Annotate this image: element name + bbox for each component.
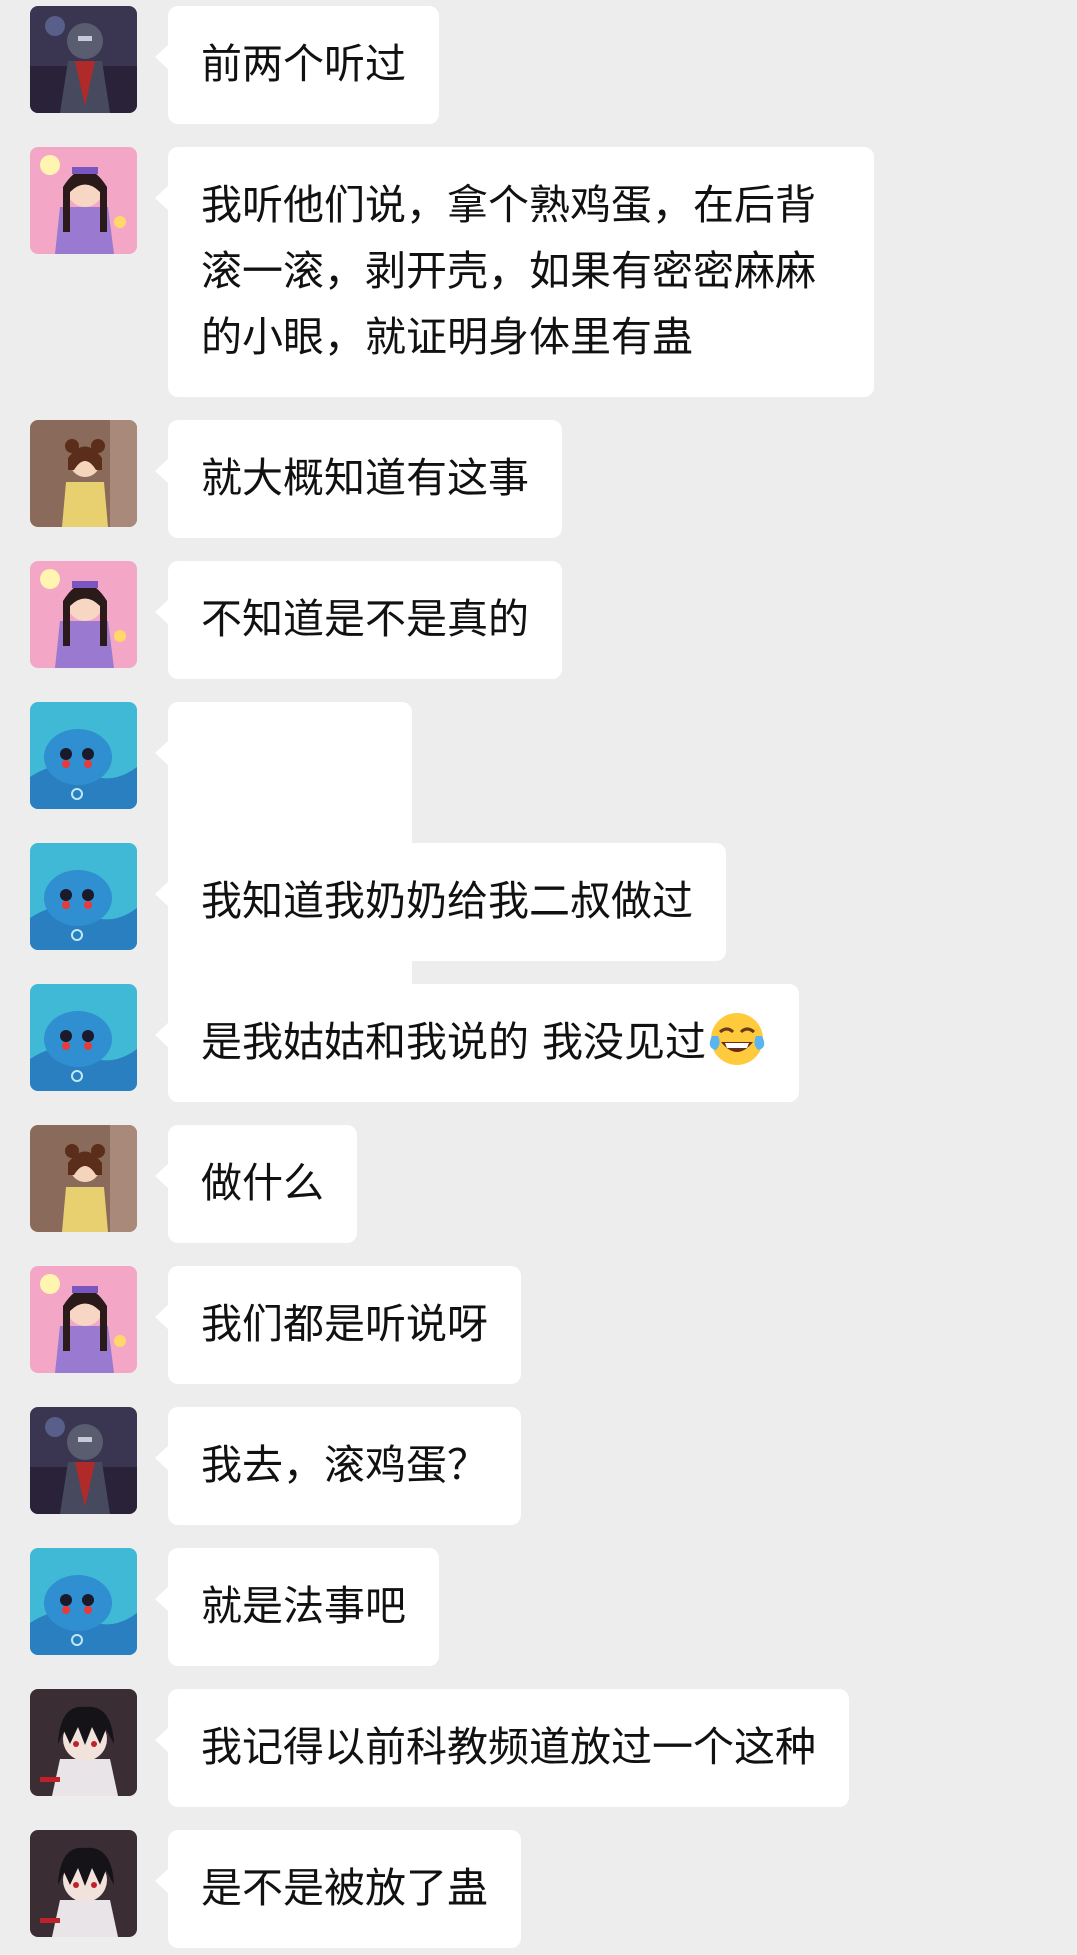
message-bubble[interactable]: 我听他们说，拿个熟鸡蛋，在后背滚一滚，剥开壳，如果有密密麻麻的小眼，就证明身体里… [155,147,874,397]
dark-hair-boy-avatar[interactable] [30,1830,137,1937]
blue-whale-avatar[interactable] [30,1548,137,1655]
girl-pink-avatar[interactable] [30,1266,137,1373]
chat-message-list: 前两个听过 我听他们说，拿个熟鸡蛋，在后背滚一滚，剥开壳，如果有密密麻麻的小眼，… [0,0,1077,1955]
girl-pink-avatar[interactable] [30,561,137,668]
message-bubble[interactable]: 前两个听过 [155,6,439,124]
blue-whale-avatar[interactable] [30,984,137,1091]
message-bubble[interactable]: 我记得以前科教频道放过一个这种 [155,1689,849,1807]
armored-knight-avatar[interactable] [30,1407,137,1514]
message-bubble[interactable]: 我去，滚鸡蛋？ [155,1407,521,1525]
dark-hair-boy-avatar[interactable] [30,1689,137,1796]
girl-pink-avatar[interactable] [30,147,137,254]
message-text: 是我姑姑和我说的 我没见过 [201,1018,707,1066]
blue-whale-avatar[interactable] [30,702,137,809]
message-bubble[interactable]: 做什么 [155,1125,357,1243]
blue-whale-avatar[interactable] [30,843,137,950]
message-bubble[interactable]: 不知道是不是真的 [155,561,562,679]
message-bubble[interactable]: 是我姑姑和我说的 我没见过 [154,984,800,1102]
message-bubble[interactable]: 就大概知道有这事 [155,420,562,538]
message-bubble[interactable]: 我知道我奶奶给我二叔做过 [155,843,726,961]
message-bubble[interactable]: 是不是被放了蛊 [155,1830,521,1948]
message-bubble[interactable]: 我们都是听说呀 [155,1266,521,1384]
girl-brown-avatar[interactable] [30,1125,137,1232]
girl-brown-avatar[interactable] [30,420,137,527]
armored-knight-avatar[interactable] [30,6,137,113]
message-bubble[interactable]: 就是法事吧 [155,1548,439,1666]
tears-of-joy-emoji [708,1010,766,1068]
